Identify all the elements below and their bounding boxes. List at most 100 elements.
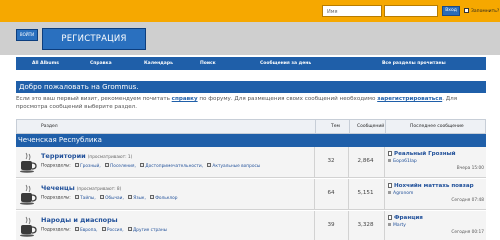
forum-row: Народы и диаспоры Подразделы: Европа, Ро… xyxy=(16,211,486,240)
topic-count: 64 xyxy=(327,190,335,196)
subforum-list: Подразделы: Тайпы, Обычаи, Язык, Фолькло… xyxy=(41,195,178,201)
forum-title-text[interactable]: Чеченцы xyxy=(41,184,75,192)
welcome-text-part: Если это ваш первый визит, рекомендуем п… xyxy=(16,96,170,102)
subforum-label[interactable]: Достопримечательности xyxy=(145,164,201,169)
author-link[interactable]: Борз61Iар xyxy=(393,159,417,164)
forum-title-text[interactable]: Народы и диаспоры xyxy=(41,216,118,224)
viewing-count: (просматривают: 1) xyxy=(87,155,133,160)
forum-row: Чеченцы (просматривают: 8) Подразделы: Та… xyxy=(16,179,486,210)
folder-icon xyxy=(75,195,80,199)
subforum-link[interactable]: Поселения, xyxy=(105,163,136,169)
post-count: 5,151 xyxy=(357,190,374,196)
subforum-link[interactable]: Европа, xyxy=(75,227,97,233)
subforum-link[interactable]: Грозный, xyxy=(75,163,101,169)
topic-count: 32 xyxy=(327,158,335,164)
col-divider xyxy=(314,179,315,210)
coffee-cup-icon xyxy=(20,184,37,205)
col-divider xyxy=(314,211,315,240)
last-post-author: Борз61Iар xyxy=(388,159,417,164)
folder-icon xyxy=(75,163,80,167)
nav-item-albums[interactable]: All Albums xyxy=(32,57,59,70)
last-post-time: Сегодня 07:48 xyxy=(451,198,484,203)
document-icon xyxy=(388,183,392,188)
checkbox-icon[interactable] xyxy=(464,8,469,13)
last-post-title[interactable]: Нохчийн маттахь повзар xyxy=(388,183,474,189)
col-divider xyxy=(349,120,350,133)
last-post-title-text[interactable]: Нохчийн маттахь повзар xyxy=(394,183,474,189)
subforum-label[interactable]: Грозный xyxy=(80,164,99,169)
forum-title-text[interactable]: Территории xyxy=(41,152,86,160)
subforum-link[interactable]: Тайпы, xyxy=(75,195,96,201)
subforum-label[interactable]: Другие страны xyxy=(133,228,167,233)
folder-icon xyxy=(207,163,212,167)
remember-me-label: Запомнить? xyxy=(471,9,500,14)
remember-me-checkbox[interactable]: Запомнить? xyxy=(464,8,499,14)
register-button[interactable]: РЕГИСТРАЦИЯ xyxy=(42,28,146,50)
category-title[interactable]: Чеченская Республика xyxy=(16,134,486,147)
col-divider xyxy=(385,120,386,133)
nav-item-new-posts[interactable]: Сообщения за день xyxy=(260,57,311,70)
username-input[interactable]: Имя xyxy=(322,5,382,17)
subforum-link[interactable]: Обычаи, xyxy=(100,195,124,201)
nav-item-calendar[interactable]: Календарь xyxy=(144,57,173,70)
subforums-label: Подразделы: xyxy=(41,163,71,169)
last-post-title-text[interactable]: Реальный Грозный xyxy=(394,151,456,157)
forum-title[interactable]: Территории (просматривают: 1) xyxy=(41,152,132,160)
col-topics: Тем xyxy=(331,124,340,129)
subforums-label: Подразделы: xyxy=(41,195,71,201)
user-icon xyxy=(388,159,391,162)
viewing-count: (просматривают: 8) xyxy=(76,187,122,192)
last-post-title[interactable]: Франция xyxy=(388,215,423,221)
col-divider xyxy=(384,211,385,240)
subforum-label[interactable]: Язык xyxy=(133,196,144,201)
document-icon xyxy=(388,151,392,156)
folder-icon xyxy=(100,195,105,199)
subforum-label[interactable]: Тайпы xyxy=(80,196,94,201)
col-section: Раздел xyxy=(41,124,58,129)
subforum-link[interactable]: Актуальные вопросы xyxy=(207,163,260,169)
folder-icon xyxy=(75,227,80,231)
document-icon xyxy=(388,215,392,220)
subforum-label[interactable]: Актуальные вопросы xyxy=(212,164,260,169)
login-submit-button[interactable]: Вход xyxy=(442,6,460,16)
subforum-label[interactable]: Фольклор xyxy=(155,196,177,201)
author-link[interactable]: Marty xyxy=(393,223,406,228)
subforum-link[interactable]: Достопримечательности, xyxy=(140,163,203,169)
nav-item-search[interactable]: Поиск xyxy=(200,57,216,70)
col-divider xyxy=(314,147,315,178)
last-post-title-text[interactable]: Франция xyxy=(394,215,423,221)
last-post-title[interactable]: Реальный Грозный xyxy=(388,151,456,157)
folder-icon xyxy=(140,163,145,167)
user-icon xyxy=(388,223,391,226)
nav-item-mark-read[interactable]: Все разделы прочитаны xyxy=(382,57,446,70)
forum-title[interactable]: Народы и диаспоры xyxy=(41,216,118,224)
subforum-link[interactable]: Россия, xyxy=(101,227,124,233)
login-button[interactable]: ВОЙТИ xyxy=(16,29,38,41)
col-divider xyxy=(315,120,316,133)
subforum-label[interactable]: Поселения xyxy=(110,164,134,169)
subforum-link[interactable]: Другие страны xyxy=(127,227,167,233)
col-last-post: Последнее сообщение xyxy=(410,124,464,129)
last-post-author: Agronom xyxy=(388,191,413,196)
subforum-link[interactable]: Фольклор xyxy=(150,195,178,201)
last-post-author: Marty xyxy=(388,223,406,228)
help-link[interactable]: справку xyxy=(172,96,198,102)
subforum-label[interactable]: Россия xyxy=(107,228,122,233)
forum-table-header: Раздел Тем Сообщений Последнее сообщение xyxy=(16,119,486,134)
folder-icon xyxy=(101,227,106,231)
forum-title[interactable]: Чеченцы (просматривают: 8) xyxy=(41,184,121,192)
subforum-label[interactable]: Европа xyxy=(80,228,96,233)
welcome-text: Если это ваш первый визит, рекомендуем п… xyxy=(16,96,486,111)
post-count: 2,864 xyxy=(357,158,374,164)
subforum-label[interactable]: Обычаи xyxy=(105,196,122,201)
last-post-time: Сегодня 00:17 xyxy=(451,230,484,235)
subforum-list: Подразделы: Грозный, Поселения, Достопри… xyxy=(41,163,260,169)
subforums-label: Подразделы: xyxy=(41,227,71,233)
subforum-link[interactable]: Язык, xyxy=(128,195,146,201)
nav-item-help[interactable]: Справка xyxy=(90,57,112,70)
col-divider xyxy=(384,179,385,210)
last-post-time: Вчера 15:00 xyxy=(456,166,484,171)
author-link[interactable]: Agronom xyxy=(393,191,413,196)
register-link[interactable]: зарегистрироваться xyxy=(377,96,442,102)
password-input[interactable] xyxy=(384,5,438,17)
